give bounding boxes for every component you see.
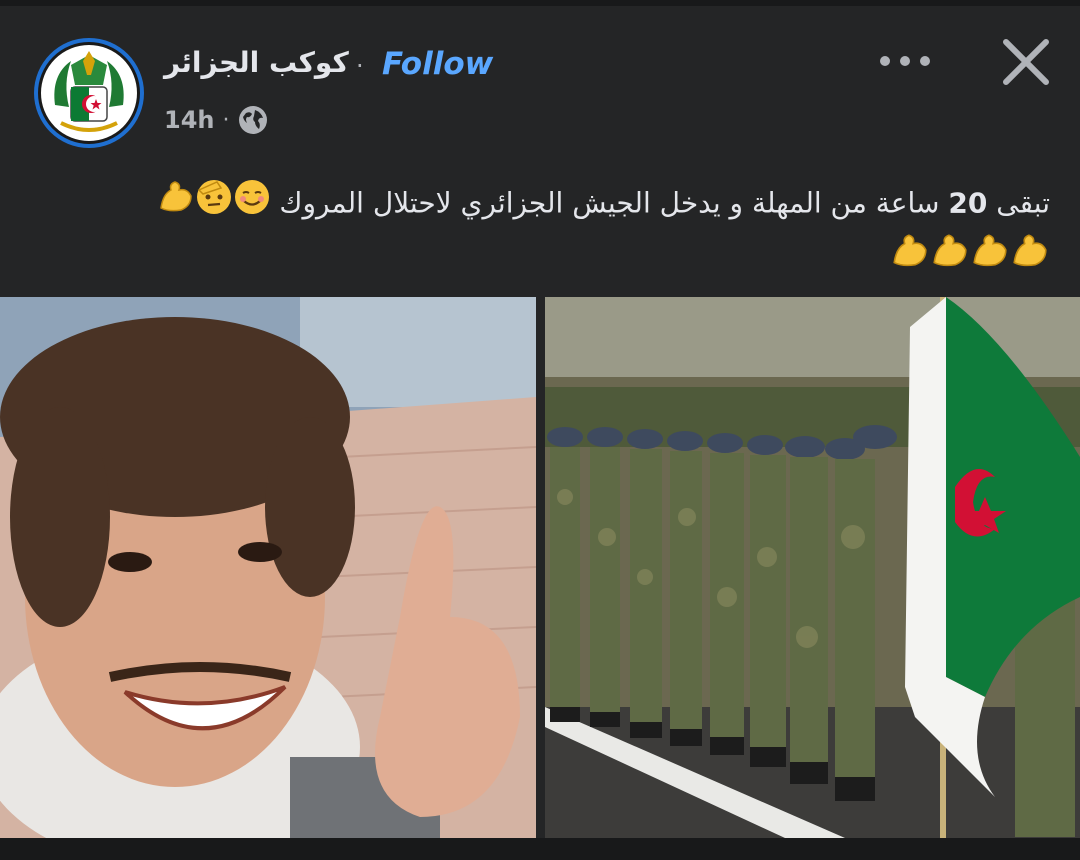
post-caption: تبقى 20 ساعة من المهلة و يدخل الجيش الجز… <box>60 178 1050 286</box>
close-icon <box>1003 39 1049 85</box>
page-avatar[interactable] <box>34 38 144 148</box>
post-meta: 14h · <box>164 104 269 136</box>
flexed-biceps-icon <box>970 231 1010 286</box>
top-edge <box>0 0 1080 6</box>
more-options-icon <box>880 56 930 66</box>
post-photo-selfie[interactable] <box>0 297 536 838</box>
flexed-biceps-icon <box>157 178 195 231</box>
close-button[interactable] <box>1000 36 1052 88</box>
post-timestamp[interactable]: 14h <box>164 106 214 134</box>
selfie-illustration <box>0 297 536 838</box>
name-follow-separator: · <box>356 52 364 80</box>
more-options-button[interactable] <box>876 46 936 76</box>
caption-number: 20 <box>948 186 988 220</box>
smiling-face-icon <box>233 178 271 231</box>
follow-button[interactable]: Follow <box>382 46 493 82</box>
saluting-face-icon <box>195 178 233 231</box>
flexed-biceps-icon <box>930 231 970 286</box>
post-photo-soldiers[interactable] <box>545 297 1080 838</box>
caption-text-start: تبقى <box>987 186 1050 220</box>
meta-separator: · <box>222 107 230 133</box>
avatar-emblem <box>38 42 140 144</box>
page-name[interactable]: كوكب الجزائر <box>164 46 349 79</box>
flexed-biceps-icon <box>1010 231 1050 286</box>
caption-text-end: ساعة من المهلة و يدخل الجيش الجزائري لاح… <box>279 186 949 220</box>
globe-icon[interactable] <box>237 104 269 136</box>
bottom-edge <box>0 838 1080 860</box>
flexed-biceps-icon <box>890 231 930 286</box>
emblem-icon <box>45 49 133 137</box>
soldiers-illustration <box>545 297 1080 838</box>
